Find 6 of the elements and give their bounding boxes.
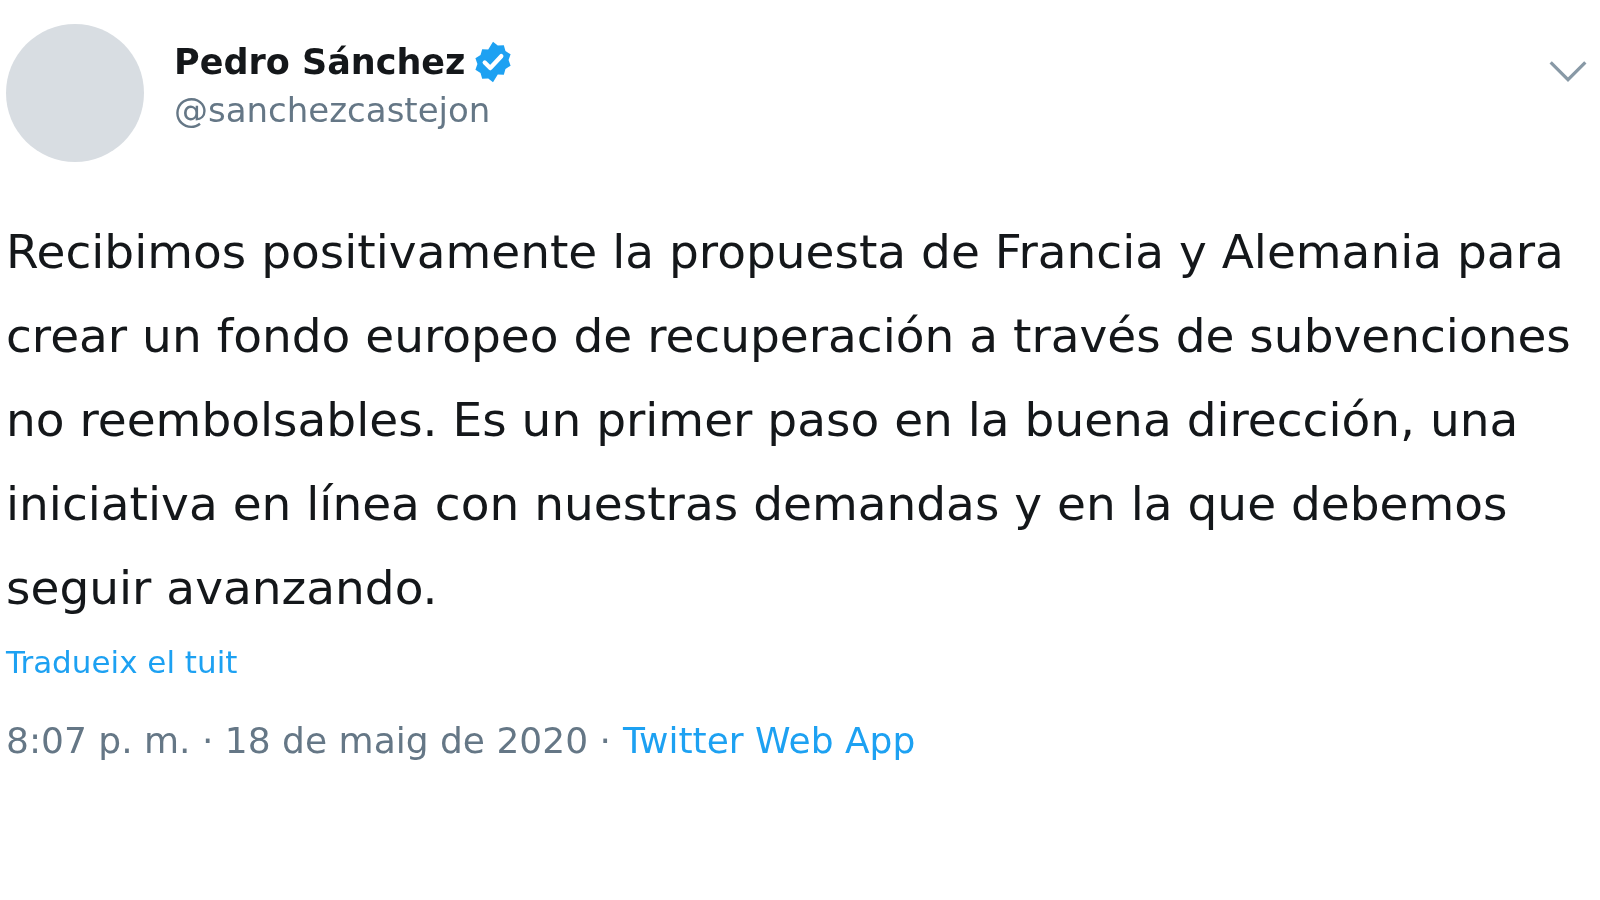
tweet-timestamp: 8:07 p. m. · 18 de maig de 2020 · (6, 720, 611, 761)
author-name[interactable]: Pedro Sánchez (174, 42, 466, 82)
tweet-text: Recibimos positivamente la propuesta de Francia y Alemania para crear un fondo europeo de recuperación a través de subvenciones no reembolsables. Es un primer paso en la buena dirección, una iniciativa en línea con nuestras demandas y en la que debemos seguir avanzando. (6, 223, 1572, 617)
author-handle[interactable]: @sanchezcastejon (174, 90, 516, 130)
translate-link[interactable]: Tradueix el tuit (6, 644, 238, 680)
source-link[interactable]: Twitter Web App (622, 720, 916, 761)
